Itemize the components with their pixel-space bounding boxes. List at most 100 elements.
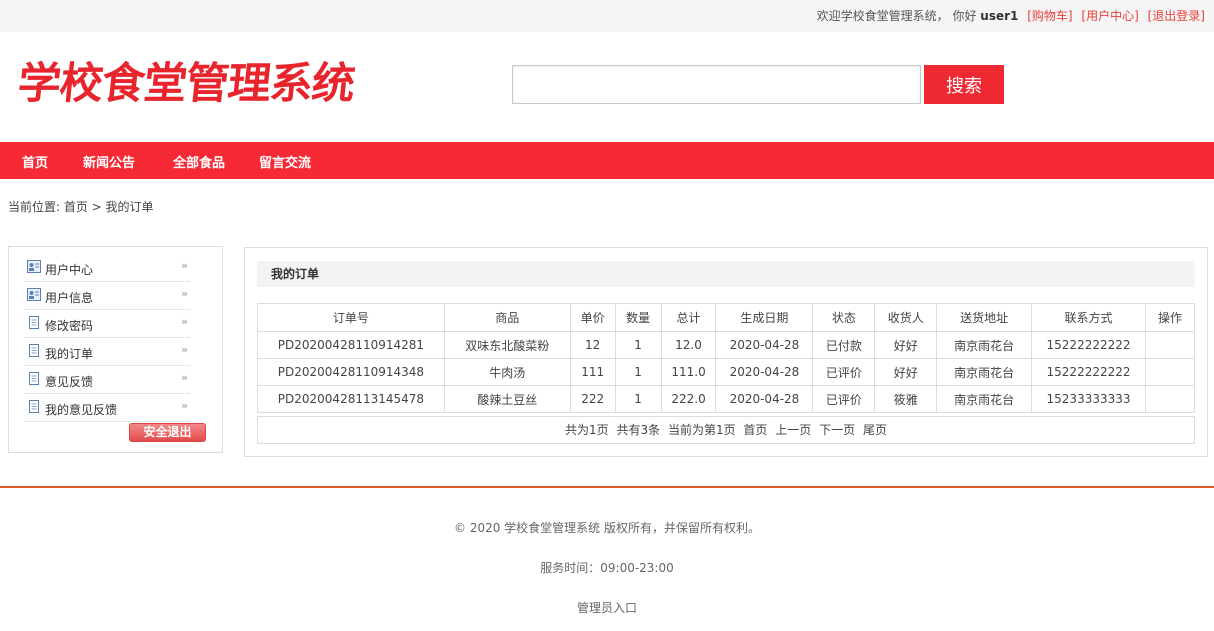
orders-table: 订单号 商品 单价 数量 总计 生成日期 状态 收货人 送货地址 联系方式 操作… xyxy=(257,303,1196,413)
phone-cell: 15222222222 xyxy=(1031,358,1146,386)
status-cell: 已付款 xyxy=(812,331,876,359)
service-hours-text: 服务时间：09:00-23:00 xyxy=(540,561,674,575)
chevron-right-icon: » xyxy=(181,371,188,384)
sidebar-item-user-info[interactable]: 用户信息 » xyxy=(25,282,190,310)
prev-page-link[interactable]: 上一页 xyxy=(775,423,811,437)
recipient-cell: 筱雅 xyxy=(874,385,938,413)
order-id-cell: PD20200428110914281 xyxy=(257,331,445,359)
chevron-right-icon: » xyxy=(181,343,188,356)
address-cell: 南京雨花台 xyxy=(936,331,1033,359)
document-icon xyxy=(29,344,39,357)
sidebar-item-my-feedback[interactable]: 我的意见反馈 » xyxy=(25,394,190,422)
action-cell xyxy=(1144,331,1196,359)
order-id-cell: PD20200428110914348 xyxy=(257,358,445,386)
total-items-text: 共有3条 xyxy=(616,423,661,437)
column-header: 操作 xyxy=(1144,303,1196,332)
next-page-link[interactable]: 下一页 xyxy=(819,423,855,437)
document-icon xyxy=(29,316,39,329)
pagination: 共为1页 共有3条 当前为第1页 首页 上一页 下一页 尾页 xyxy=(257,416,1195,444)
column-header: 收货人 xyxy=(874,303,938,332)
date-cell: 2020-04-28 xyxy=(715,385,814,413)
quantity-cell: 1 xyxy=(614,358,662,386)
column-header: 单价 xyxy=(569,303,616,332)
search-input[interactable] xyxy=(512,65,921,104)
document-icon xyxy=(29,372,39,385)
orders-panel: 我的订单 订单号 商品 单价 数量 总计 生成日期 状态 收货人 送货地址 联系… xyxy=(244,247,1208,457)
sidebar-item-user-center[interactable]: 用户中心 » xyxy=(25,254,190,282)
cart-link[interactable]: [购物车] xyxy=(1027,9,1072,23)
safe-logout-button[interactable]: 安全退出 xyxy=(129,423,206,442)
table-header-row: 订单号 商品 单价 数量 总计 生成日期 状态 收货人 送货地址 联系方式 操作 xyxy=(257,303,1196,332)
first-page-link[interactable]: 首页 xyxy=(743,423,767,437)
document-icon xyxy=(29,400,39,413)
address-cell: 南京雨花台 xyxy=(936,385,1033,413)
panel-title: 我的订单 xyxy=(257,261,1195,287)
action-cell xyxy=(1144,385,1196,413)
column-header: 订单号 xyxy=(257,303,445,332)
user-card-icon xyxy=(27,288,41,301)
sidebar-item-my-orders[interactable]: 我的订单 » xyxy=(25,338,190,366)
chevron-right-icon: » xyxy=(181,287,188,300)
price-cell: 222 xyxy=(569,385,616,413)
nav-home[interactable]: 首页 xyxy=(22,152,48,171)
sidebar-item-label: 我的订单 xyxy=(45,347,94,361)
total-cell: 12.0 xyxy=(660,331,717,359)
breadcrumb: 当前位置: 首页 > 我的订单 xyxy=(8,200,154,214)
column-header: 状态 xyxy=(812,303,876,332)
column-header: 生成日期 xyxy=(715,303,814,332)
table-row: PD20200428110914348 牛肉汤 111 1 111.0 2020… xyxy=(257,358,1196,386)
product-cell: 酸辣土豆丝 xyxy=(443,385,571,413)
welcome-text: 欢迎学校食堂管理系统， xyxy=(816,9,949,23)
date-cell: 2020-04-28 xyxy=(715,331,814,359)
quantity-cell: 1 xyxy=(614,331,662,359)
current-page-text: 当前为第1页 xyxy=(667,423,736,437)
status-cell: 已评价 xyxy=(812,358,876,386)
sidebar-item-label: 意见反馈 xyxy=(45,375,94,389)
sidebar-item-label: 用户中心 xyxy=(45,263,94,277)
column-header: 总计 xyxy=(660,303,717,332)
footer-divider xyxy=(0,486,1214,488)
main-nav: 首页 新闻公告 全部食品 留言交流 xyxy=(0,142,1214,179)
nav-all-food[interactable]: 全部食品 xyxy=(173,152,225,171)
phone-cell: 15222222222 xyxy=(1031,331,1146,359)
chevron-right-icon: » xyxy=(181,259,188,272)
chevron-right-icon: » xyxy=(181,315,188,328)
address-cell: 南京雨花台 xyxy=(936,358,1033,386)
date-cell: 2020-04-28 xyxy=(715,358,814,386)
nav-messages[interactable]: 留言交流 xyxy=(259,152,311,171)
sidebar-item-change-password[interactable]: 修改密码 » xyxy=(25,310,190,338)
price-cell: 111 xyxy=(569,358,616,386)
column-header: 数量 xyxy=(614,303,662,332)
user-sidebar: 用户中心 » 用户信息 » 修改密码 » 我的订单 » 意见反馈 » 我的意见反… xyxy=(8,246,223,453)
sidebar-item-label: 我的意见反馈 xyxy=(45,403,118,417)
user-card-icon xyxy=(27,260,41,273)
user-center-link[interactable]: [用户中心] xyxy=(1081,9,1138,23)
recipient-cell: 好好 xyxy=(874,358,938,386)
table-row: PD20200428113145478 酸辣土豆丝 222 1 222.0 20… xyxy=(257,385,1196,413)
search-button[interactable]: 搜索 xyxy=(924,65,1004,104)
greeting-text: 你好 xyxy=(952,9,977,23)
status-cell: 已评价 xyxy=(812,385,876,413)
order-id-cell: PD20200428113145478 xyxy=(257,385,445,413)
sidebar-item-feedback[interactable]: 意见反馈 » xyxy=(25,366,190,394)
sidebar-item-label: 用户信息 xyxy=(45,291,94,305)
site-logo: 学校食堂管理系统 xyxy=(15,59,357,109)
column-header: 联系方式 xyxy=(1031,303,1146,332)
recipient-cell: 好好 xyxy=(874,331,938,359)
action-cell xyxy=(1144,358,1196,386)
sidebar-item-label: 修改密码 xyxy=(45,319,94,333)
column-header: 商品 xyxy=(443,303,571,332)
product-cell: 牛肉汤 xyxy=(443,358,571,386)
logout-link[interactable]: [退出登录] xyxy=(1148,9,1205,23)
nav-news[interactable]: 新闻公告 xyxy=(83,152,135,171)
copyright-text: © 2020 学校食堂管理系统 版权所有，并保留所有权利。 xyxy=(454,521,760,535)
phone-cell: 15233333333 xyxy=(1031,385,1146,413)
column-header: 送货地址 xyxy=(936,303,1033,332)
username: user1 xyxy=(980,9,1019,23)
table-row: PD20200428110914281 双味东北酸菜粉 12 1 12.0 20… xyxy=(257,331,1196,359)
admin-entry-link[interactable]: 管理员入口 xyxy=(0,599,1214,616)
last-page-link[interactable]: 尾页 xyxy=(863,423,887,437)
top-bar: 欢迎学校食堂管理系统， 你好 user1 [购物车] [用户中心] [退出登录] xyxy=(0,0,1214,32)
total-cell: 111.0 xyxy=(660,358,717,386)
total-pages-text: 共为1页 xyxy=(565,423,609,437)
